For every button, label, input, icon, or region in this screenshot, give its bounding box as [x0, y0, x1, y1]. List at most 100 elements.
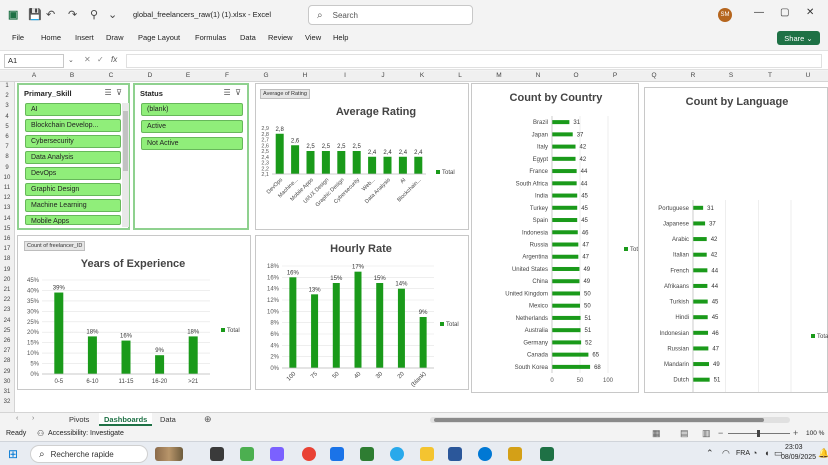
row-header-30[interactable]: 30 [0, 379, 14, 385]
row-header-2[interactable]: 2 [0, 93, 14, 99]
zoom-in-icon[interactable]: + [793, 428, 798, 438]
tab-dashboards[interactable]: Dashboards [99, 413, 153, 426]
bar[interactable] [552, 328, 581, 333]
function-icon[interactable]: fx [111, 55, 117, 64]
enter-icon[interactable]: ✓ [97, 55, 104, 64]
row-header-27[interactable]: 27 [0, 348, 14, 354]
row-header-3[interactable]: 3 [0, 103, 14, 109]
avatar[interactable]: SM [718, 8, 732, 22]
bar[interactable] [188, 336, 198, 374]
bar[interactable] [419, 317, 427, 368]
bar[interactable] [552, 352, 589, 357]
status-accessibility[interactable]: Accessibility: Investigate [48, 430, 124, 437]
bar[interactable] [352, 151, 361, 174]
slicer-scrollbar[interactable] [122, 103, 129, 227]
slicer-item-mobile-apps[interactable]: Mobile Apps [25, 215, 121, 225]
worksheet[interactable]: Primary_Skill ☰ ⊽ AI Blockchain Develop.… [15, 82, 828, 412]
taskbar-search[interactable]: ⌕ Recherche rapide [30, 445, 148, 463]
close-icon[interactable]: ✕ [806, 7, 814, 18]
bar[interactable] [693, 315, 708, 320]
bar[interactable] [289, 277, 297, 368]
scrollbar-thumb[interactable] [434, 418, 764, 422]
column-header-T[interactable]: T [765, 72, 775, 79]
menu-data[interactable]: Data [240, 33, 256, 42]
menu-view[interactable]: View [305, 33, 321, 42]
row-header-25[interactable]: 25 [0, 328, 14, 334]
clear-filter-icon[interactable]: ⊽ [235, 88, 241, 97]
slicer-item-not-active[interactable]: Not Active [141, 137, 243, 150]
row-header-12[interactable]: 12 [0, 195, 14, 201]
column-header-D[interactable]: D [145, 72, 155, 79]
page-layout-view-icon[interactable]: ▤ [680, 428, 689, 439]
bar[interactable] [693, 299, 708, 304]
notification-bell-icon[interactable]: 🔔 [818, 448, 828, 459]
edge-icon[interactable] [478, 447, 492, 461]
bar[interactable] [552, 254, 579, 259]
bar[interactable] [291, 145, 300, 174]
bar[interactable] [552, 364, 591, 369]
clock-time[interactable]: 23:03 [785, 444, 803, 451]
bar[interactable] [552, 230, 578, 235]
share-button[interactable]: Share ⌄ [777, 31, 820, 45]
bar[interactable] [693, 237, 707, 242]
row-header-22[interactable]: 22 [0, 297, 14, 303]
bar[interactable] [552, 156, 576, 161]
cancel-icon[interactable]: ✕ [84, 55, 91, 64]
menu-formulas[interactable]: Formulas [195, 33, 226, 42]
prev-sheet-icon[interactable]: ‹ [16, 415, 18, 422]
row-header-20[interactable]: 20 [0, 277, 14, 283]
security-app-icon[interactable] [330, 447, 344, 461]
column-header-S[interactable]: S [726, 72, 736, 79]
bar[interactable] [552, 303, 580, 308]
scrollbar-thumb[interactable] [123, 111, 128, 171]
bar[interactable] [693, 330, 709, 335]
column-header-E[interactable]: E [183, 72, 193, 79]
network-icon[interactable]: ◠ [722, 448, 730, 459]
bar[interactable] [552, 218, 578, 223]
format-painter-icon[interactable]: ⚲ [90, 8, 98, 21]
bar[interactable] [155, 355, 165, 374]
wifi-icon[interactable]: ◔ [752, 448, 757, 458]
bar[interactable] [383, 156, 392, 174]
tab-data[interactable]: Data [155, 413, 181, 426]
chart-hourly-rate[interactable]: Hourly Rate 18% 16% 14% 12% 10% 8% 6% 4% 2% 0% 16%… [255, 235, 469, 390]
chrome-icon[interactable] [302, 447, 316, 461]
page-break-view-icon[interactable]: ▥ [702, 428, 711, 439]
bar[interactable] [306, 151, 315, 174]
slicer-item-graphic-design[interactable]: Graphic Design [25, 183, 121, 196]
menu-page-layout[interactable]: Page Layout [138, 33, 180, 42]
row-header-9[interactable]: 9 [0, 165, 14, 171]
tray-chevron-icon[interactable]: ⌃ [706, 448, 714, 459]
file-explorer-icon[interactable] [420, 447, 434, 461]
row-header-14[interactable]: 14 [0, 216, 14, 222]
slicer-primary-skill[interactable]: Primary_Skill ☰ ⊽ AI Blockchain Develop.… [17, 83, 130, 230]
bar[interactable] [552, 242, 579, 247]
bar[interactable] [552, 279, 580, 284]
save-icon[interactable]: 💾 [28, 8, 42, 21]
row-header-7[interactable]: 7 [0, 144, 14, 150]
minimize-icon[interactable]: — [754, 7, 764, 18]
slicer-item-devops[interactable]: DevOps [25, 167, 121, 180]
row-header-32[interactable]: 32 [0, 399, 14, 405]
row-header-6[interactable]: 6 [0, 134, 14, 140]
zoom-slider[interactable] [728, 430, 790, 437]
undo-icon[interactable]: ↶ [46, 8, 55, 21]
row-header-23[interactable]: 23 [0, 307, 14, 313]
zoom-out-icon[interactable]: − [718, 428, 723, 438]
chart-years-of-experience[interactable]: Count of freelancer_ID Years of Experien… [17, 235, 251, 390]
column-header-Q[interactable]: Q [649, 72, 659, 79]
row-header-5[interactable]: 5 [0, 124, 14, 130]
bar[interactable] [693, 283, 708, 288]
bar[interactable] [693, 377, 710, 382]
next-sheet-icon[interactable]: › [32, 415, 34, 422]
slicer-item-blank[interactable]: (blank) [141, 103, 243, 116]
bar[interactable] [552, 205, 578, 210]
row-header-29[interactable]: 29 [0, 369, 14, 375]
app-icon-yellow[interactable] [508, 447, 522, 461]
column-header-F[interactable]: F [222, 72, 232, 79]
slicer-item-cybersecurity[interactable]: Cybersecurity [25, 135, 121, 148]
row-header-8[interactable]: 8 [0, 154, 14, 160]
bar[interactable] [693, 205, 704, 210]
bar[interactable] [121, 340, 131, 374]
row-header-13[interactable]: 13 [0, 205, 14, 211]
